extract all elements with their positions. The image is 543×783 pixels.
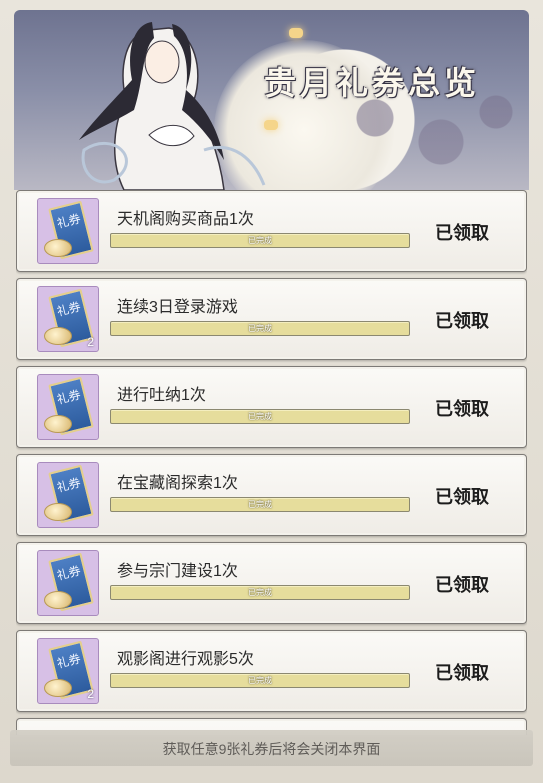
coin-icon <box>44 503 72 521</box>
claim-status: 已领取 <box>435 663 489 683</box>
voucher-ticket-icon: 礼券 <box>37 462 99 528</box>
progress-label: 已完成 <box>248 588 272 597</box>
voucher-ticket-icon: 礼券 2 <box>37 638 99 704</box>
list-item: 礼券 在宝藏阁探索1次 已完成 已领取 <box>16 454 527 536</box>
list-item: 礼券 天机阁购买商品1次 已完成 已领取 <box>16 190 527 272</box>
progress-label: 已完成 <box>248 676 272 685</box>
voucher-ticket-icon: 礼券 <box>37 374 99 440</box>
claim-status: 已领取 <box>435 575 489 595</box>
progress-bar: 已完成 <box>110 673 410 688</box>
voucher-ticket-icon: 礼券 2 <box>37 286 99 352</box>
progress-label: 已完成 <box>248 500 272 509</box>
ticket-count: 2 <box>87 335 94 349</box>
ticket-count: 2 <box>87 687 94 701</box>
claim-status: 已领取 <box>435 311 489 331</box>
list-item: 礼券 参与宗门建设1次 已完成 已领取 <box>16 542 527 624</box>
claim-status: 已领取 <box>435 223 489 243</box>
coin-icon <box>44 591 72 609</box>
ticket-label: 礼券 <box>55 475 83 495</box>
progress-label: 已完成 <box>248 236 272 245</box>
ticket-label: 礼券 <box>55 211 83 231</box>
sky-lantern-icon <box>289 28 303 38</box>
footer-notice: 获取任意9张礼券后将会关闭本界面 <box>162 741 381 757</box>
footer-notice-bar: 获取任意9张礼券后将会关闭本界面 <box>10 730 533 766</box>
progress-label: 已完成 <box>248 412 272 421</box>
coin-icon <box>44 239 72 257</box>
progress-bar: 已完成 <box>110 233 410 248</box>
task-name: 观影阁进行观影5次 <box>117 651 254 668</box>
list-item: 礼券 进行吐纳1次 已完成 已领取 <box>16 366 527 448</box>
list-item: 礼券 2 连续3日登录游戏 已完成 已领取 <box>16 278 527 360</box>
voucher-ticket-icon: 礼券 <box>37 198 99 264</box>
progress-bar: 已完成 <box>110 409 410 424</box>
ticket-label: 礼券 <box>55 387 83 407</box>
task-name: 在宝藏阁探索1次 <box>117 475 238 492</box>
progress-bar: 已完成 <box>110 321 410 336</box>
ticket-label: 礼券 <box>55 651 83 671</box>
page-title: 贵月礼券总览 <box>264 64 481 102</box>
coin-icon <box>44 415 72 433</box>
claim-status: 已领取 <box>435 487 489 507</box>
progress-bar: 已完成 <box>110 585 410 600</box>
task-name: 天机阁购买商品1次 <box>117 211 254 228</box>
task-name: 连续3日登录游戏 <box>117 299 238 316</box>
ticket-label: 礼券 <box>55 299 83 319</box>
claim-status: 已领取 <box>435 399 489 419</box>
coin-icon <box>44 327 72 345</box>
task-list[interactable]: 礼券 天机阁购买商品1次 已完成 已领取 礼券 2 连续3日登录游戏 已完成 已… <box>16 190 527 735</box>
character-illustration <box>79 22 266 190</box>
gift-voucher-panel: 贵月礼券总览 礼券 天机阁购买商品1次 已完成 已领取 礼券 2 连续3日登录游… <box>0 0 543 783</box>
ticket-label: 礼券 <box>55 563 83 583</box>
coin-icon <box>44 679 72 697</box>
header-banner: 贵月礼券总览 <box>14 10 529 190</box>
progress-label: 已完成 <box>248 324 272 333</box>
task-name: 进行吐纳1次 <box>117 387 206 404</box>
progress-bar: 已完成 <box>110 497 410 512</box>
voucher-ticket-icon: 礼券 <box>37 550 99 616</box>
list-item: 礼券 2 观影阁进行观影5次 已完成 已领取 <box>16 630 527 712</box>
task-name: 参与宗门建设1次 <box>117 563 238 580</box>
